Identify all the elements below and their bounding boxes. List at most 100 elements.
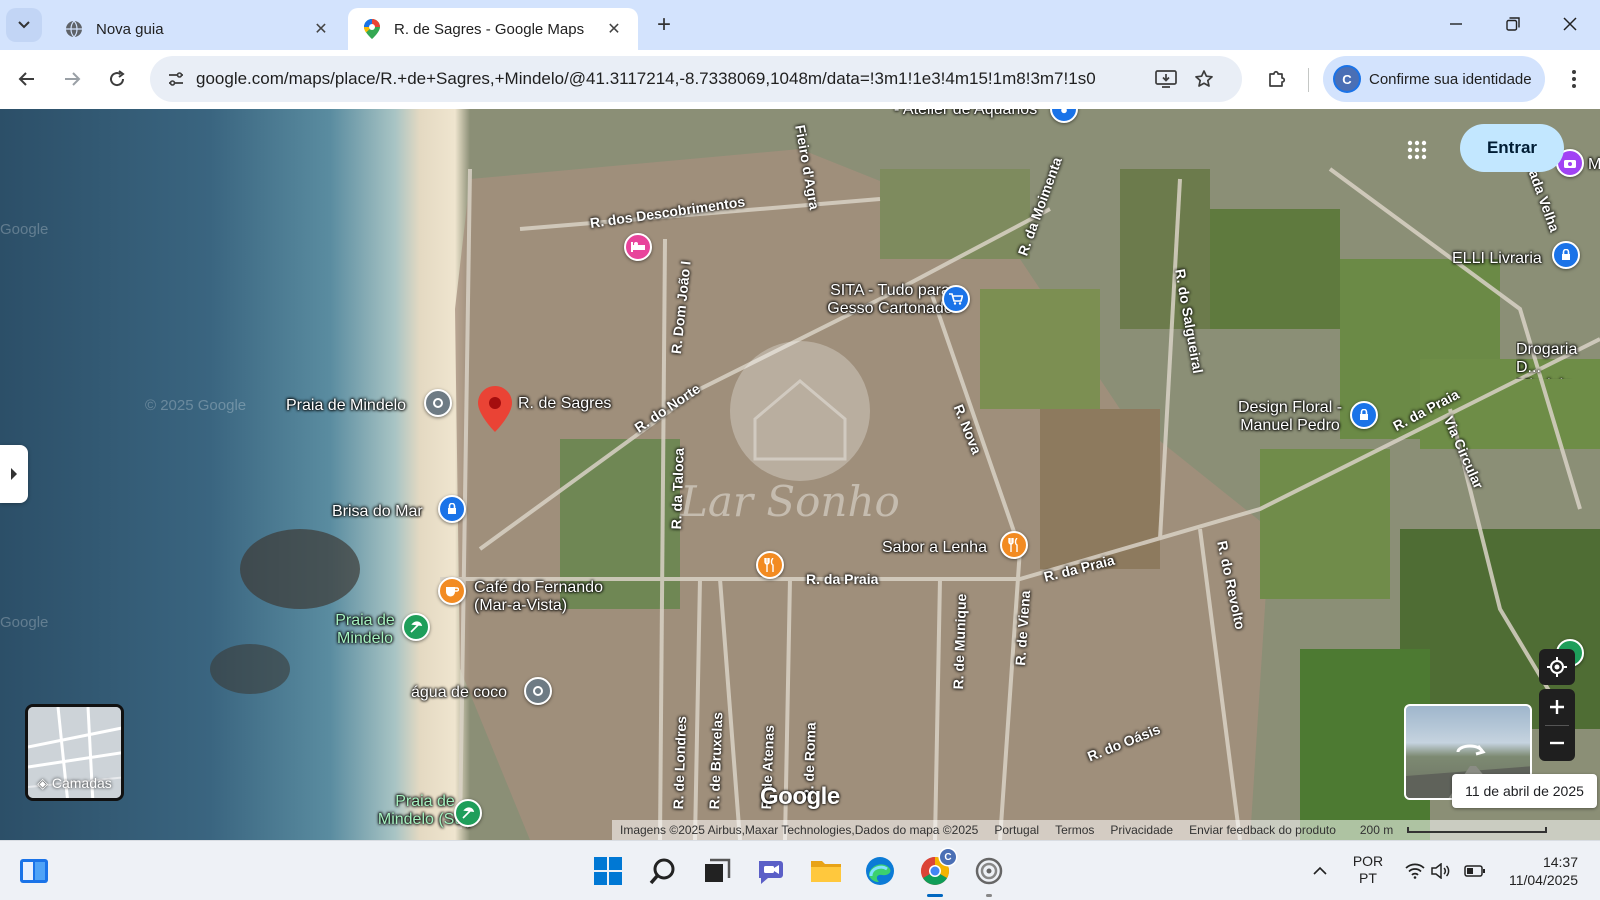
new-tab-button[interactable]: + [650,11,678,39]
teams-chat-button[interactable] [751,851,791,891]
tab-nova-guia[interactable]: Nova guia ✕ [50,8,345,50]
task-view-button[interactable] [697,851,737,891]
location-pin-icon[interactable] [478,386,512,432]
bookmark-button[interactable] [1188,63,1220,95]
close-window-button[interactable] [1542,6,1598,42]
globe-icon [64,19,84,39]
feedback-link[interactable]: Enviar feedback do produto [1181,823,1344,837]
map-watermark: Google [0,221,49,238]
reload-button[interactable] [100,62,134,96]
file-explorer-button[interactable] [806,851,846,891]
map-watermark: © 2025 Google [145,397,247,414]
cart-poi-icon[interactable] [942,285,970,313]
chevron-down-icon [18,21,30,29]
active-indicator [927,894,943,897]
widgets-button[interactable] [14,851,54,891]
scale-label: 200 m [1359,823,1394,837]
minimize-button[interactable] [1428,6,1484,42]
tab-strip: Nova guia ✕ R. de Sagres - Google Maps ✕… [0,0,1600,50]
place-poi-icon[interactable] [524,677,552,705]
place-label[interactable]: Praia de Mindelo [286,397,406,415]
place-label[interactable]: ELLI Livraria [1452,250,1542,268]
country-link[interactable]: Portugal [986,823,1047,837]
search-button[interactable] [643,851,683,891]
zoom-in-button[interactable] [1539,689,1575,725]
place-label[interactable]: Brisa do Mar [332,503,423,521]
plus-icon [1550,700,1564,714]
url-text[interactable]: google.com/maps/place/R.+de+Sagres,+Mind… [196,69,1096,89]
close-icon[interactable]: ✕ [604,19,624,39]
street-label: R. da Praia [806,571,879,587]
tab-google-maps[interactable]: R. de Sagres - Google Maps ✕ [348,8,638,50]
beach-poi-icon[interactable] [454,799,482,827]
star-icon [1195,70,1213,87]
layers-label: Camadas [51,775,112,791]
zoom-controls [1539,689,1575,761]
chevron-right-icon [11,468,17,480]
address-bar[interactable]: google.com/maps/place/R.+de+Sagres,+Mind… [150,56,1242,102]
app-button[interactable] [969,851,1009,897]
tab-title: Nova guia [96,20,164,38]
zoom-out-button[interactable] [1539,725,1575,761]
tune-icon [169,72,183,86]
profile-button[interactable]: C Confirme sua identidade [1323,56,1545,102]
privacy-link[interactable]: Privacidade [1102,823,1181,837]
restaurant-poi-icon[interactable] [1000,531,1028,559]
chevron-up-icon [1313,866,1327,875]
google-maps-icon [362,19,382,39]
shop-poi-icon[interactable] [1552,241,1580,269]
edge-button[interactable] [860,851,900,891]
place-label[interactable]: Praia de Mindelo [330,612,400,648]
restaurant-poi-icon[interactable] [756,551,784,579]
scale-bar[interactable]: 200 m [1344,823,1555,837]
lodging-poi-icon[interactable] [438,495,466,523]
terms-link[interactable]: Termos [1047,823,1102,837]
place-label[interactable]: água de coco [411,684,507,702]
place-label[interactable]: M [1588,156,1600,174]
show-hidden-icons-button[interactable] [1308,855,1332,887]
google-logo: Google [760,783,840,810]
install-app-button[interactable] [1150,63,1182,95]
imagery-attribution: Imagens ©2025 Airbus,Maxar Technologies,… [620,823,979,837]
place-label[interactable]: Drogaria D... Mindelo, Lo... [1516,341,1600,379]
sign-in-button[interactable]: Entrar [1460,124,1564,172]
expand-side-panel-button[interactable] [0,445,28,503]
volume-icon[interactable] [1428,855,1454,887]
pin-label[interactable]: R. de Sagres [518,395,611,413]
clock-time: 14:37 [1542,854,1578,870]
beach-poi-icon[interactable] [402,613,430,641]
site-info-button[interactable] [160,63,192,95]
place-label[interactable]: - Atelier de Aquários [894,109,1037,119]
street-label: R. de Bruxelas [706,711,726,810]
cafe-poi-icon[interactable] [438,577,466,605]
shop-poi-icon[interactable] [1350,401,1378,429]
restore-button[interactable] [1485,6,1541,42]
tab-search-button[interactable] [6,8,42,42]
menu-button[interactable] [1557,62,1591,96]
battery-icon[interactable] [1462,855,1488,887]
my-location-button[interactable] [1539,649,1575,685]
wifi-icon[interactable] [1402,855,1428,887]
layers-button[interactable]: ◈ Camadas [25,704,124,801]
extensions-button[interactable] [1260,62,1294,96]
hotel-poi-icon[interactable] [624,233,652,261]
place-label[interactable]: Sabor a Lenha [882,539,987,557]
forward-button[interactable] [55,62,89,96]
place-poi-icon[interactable] [424,389,452,417]
back-button[interactable] [10,62,44,96]
google-apps-button[interactable] [1398,131,1436,169]
close-icon[interactable]: ✕ [311,19,331,39]
language-indicator[interactable]: POR PT [1350,853,1386,887]
profile-label: Confirme sua identidade [1369,70,1532,88]
place-label[interactable]: Café do Fernando (Mar-a-Vista) [474,579,634,615]
puzzle-icon [1269,70,1286,87]
windows-logo-icon [594,857,622,885]
map-watermark: Google [0,614,49,631]
start-button[interactable] [588,851,628,891]
windows-taskbar: C POR PT 14:37 11/04/2025 [0,840,1600,900]
chrome-button[interactable]: C [915,849,956,897]
map-canvas[interactable]: © 2025 Google Google Google Lar Sonho R.… [0,109,1600,840]
place-label[interactable]: Design Floral - Manuel Pedro [1220,399,1360,435]
system-clock[interactable]: 14:37 11/04/2025 [1496,853,1578,889]
search-icon [649,858,675,885]
